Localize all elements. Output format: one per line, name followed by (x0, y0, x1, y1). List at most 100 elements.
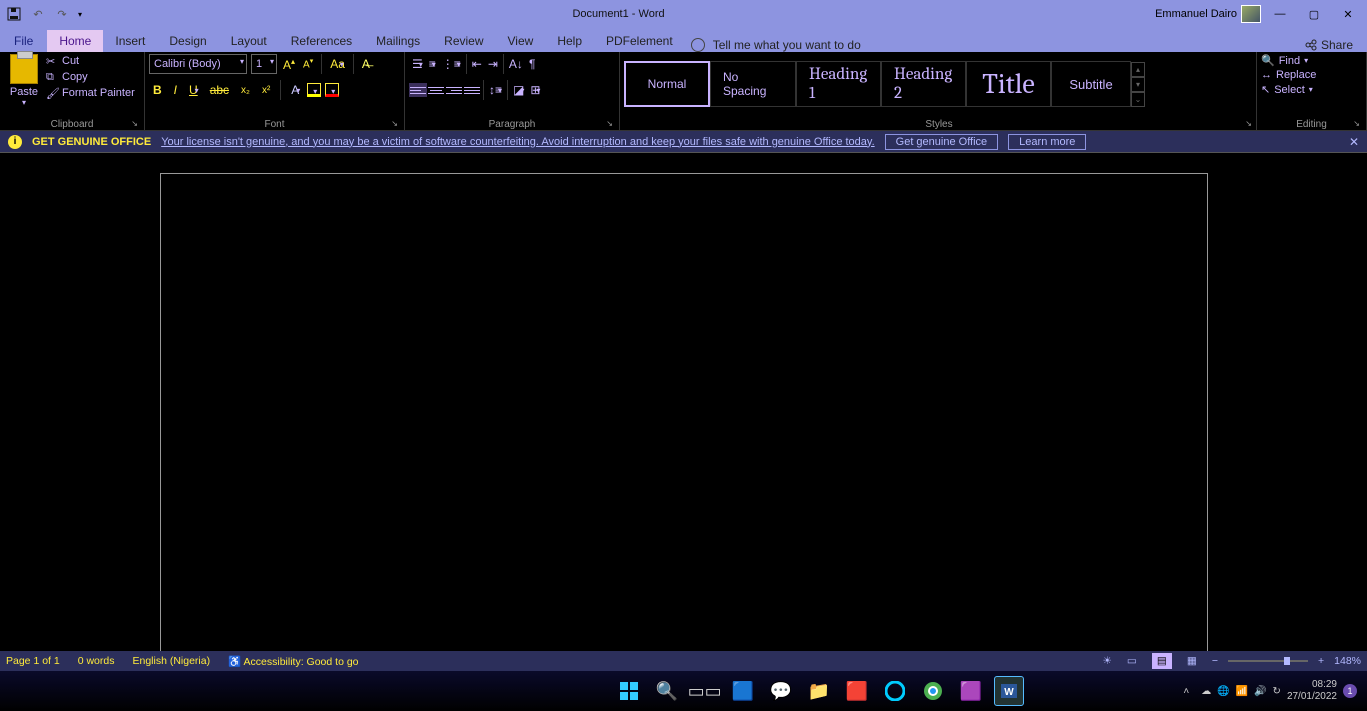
file-explorer-button[interactable]: 📁 (804, 676, 834, 706)
superscript-button[interactable]: x² (258, 85, 274, 96)
sort-button[interactable]: A↓ (506, 57, 526, 71)
tab-review[interactable]: Review (432, 30, 495, 52)
get-genuine-button[interactable]: Get genuine Office (885, 134, 999, 150)
align-right-button[interactable] (445, 83, 463, 97)
word-count[interactable]: 0 words (78, 655, 115, 667)
select-button[interactable]: ↖ Select ▾ (1261, 83, 1316, 96)
undo-icon[interactable]: ↶ (30, 6, 46, 22)
line-spacing-button[interactable]: ↕≡ (486, 83, 505, 97)
warning-text[interactable]: Your license isn't genuine, and you may … (161, 136, 874, 148)
notification-badge[interactable]: 1 (1343, 684, 1357, 698)
tab-pdfelement[interactable]: PDFelement (594, 30, 685, 52)
tab-references[interactable]: References (279, 30, 364, 52)
replace-button[interactable]: ↔ Replace (1261, 69, 1316, 81)
style-nospacing[interactable]: No Spacing (710, 61, 796, 107)
search-button[interactable]: 🔍 (652, 676, 682, 706)
store-button[interactable]: 🟥 (842, 676, 872, 706)
bold-button[interactable]: B (149, 83, 166, 97)
tab-home[interactable]: Home (47, 30, 103, 52)
shrink-font-button[interactable]: A▾ (301, 57, 315, 70)
zoom-out-button[interactable]: − (1212, 655, 1218, 667)
style-title[interactable]: Title (966, 61, 1051, 107)
font-size-input[interactable] (251, 54, 277, 74)
highlight-button[interactable] (307, 83, 321, 97)
find-button[interactable]: 🔍 Find ▾ (1261, 54, 1316, 67)
format-painter-button[interactable]: 🖌 Format Painter (44, 86, 137, 100)
zoom-slider[interactable] (1228, 660, 1308, 662)
styles-expand[interactable]: ⌄ (1131, 92, 1145, 107)
tab-view[interactable]: View (496, 30, 546, 52)
clear-formatting-button[interactable]: A̶ (360, 57, 372, 71)
tab-layout[interactable]: Layout (219, 30, 279, 52)
tell-me-search[interactable]: Tell me what you want to do (691, 38, 861, 52)
copy-button[interactable]: ⧉ Copy (44, 70, 137, 84)
task-view-button[interactable]: ▭▭ (690, 676, 720, 706)
maximize-button[interactable]: ▢ (1299, 4, 1329, 24)
grow-font-button[interactable]: A▴ (281, 57, 297, 72)
zoom-level[interactable]: 148% (1334, 655, 1361, 667)
share-button[interactable]: Share (1305, 38, 1367, 52)
learn-more-button[interactable]: Learn more (1008, 134, 1086, 150)
app-misc-button[interactable]: 🟪 (956, 676, 986, 706)
page-indicator[interactable]: Page 1 of 1 (6, 655, 60, 667)
change-case-button[interactable]: Aa (328, 57, 347, 71)
shading-button[interactable]: ◪ (510, 83, 527, 97)
battery-icon[interactable]: ↻ (1273, 686, 1281, 697)
volume-icon[interactable]: 🔊 (1254, 686, 1266, 697)
wifi-icon[interactable]: 📶 (1236, 686, 1248, 697)
show-marks-button[interactable]: ¶ (526, 57, 538, 71)
style-normal[interactable]: Normal (624, 61, 710, 107)
warning-close-button[interactable]: ✕ (1349, 135, 1359, 149)
document-page[interactable] (160, 173, 1208, 671)
tray-overflow-button[interactable]: ˄ (1177, 686, 1195, 697)
align-center-button[interactable] (427, 83, 445, 97)
text-effects-button[interactable]: A (287, 83, 303, 97)
style-subtitle[interactable]: Subtitle (1051, 61, 1131, 107)
borders-button[interactable]: ⊞ (527, 83, 543, 97)
language-indicator[interactable]: English (Nigeria) (132, 655, 210, 667)
close-button[interactable]: ✕ (1333, 4, 1363, 24)
user-avatar-icon[interactable] (1241, 5, 1261, 23)
tab-file[interactable]: File (0, 30, 47, 52)
style-heading1[interactable]: Heading 1 (796, 61, 881, 107)
edge-button[interactable] (880, 676, 910, 706)
accessibility-indicator[interactable]: ♿ Accessibility: Good to go (228, 655, 358, 668)
language-icon[interactable]: 🌐 (1217, 686, 1229, 697)
read-mode-button[interactable]: ▭ (1122, 653, 1142, 669)
minimize-button[interactable]: — (1265, 4, 1295, 24)
tab-design[interactable]: Design (157, 30, 218, 52)
display-settings-icon[interactable]: ☀ (1102, 655, 1111, 667)
styles-scroll-up[interactable]: ▴ (1131, 62, 1145, 77)
font-color-button[interactable] (325, 83, 339, 97)
tab-mailings[interactable]: Mailings (364, 30, 432, 52)
numbering-button[interactable]: ≡ (426, 57, 439, 71)
word-button[interactable]: W (994, 676, 1024, 706)
cut-button[interactable]: ✂ Cut (44, 54, 137, 68)
multilevel-button[interactable]: ⋮≡ (439, 57, 464, 71)
italic-button[interactable]: I (170, 83, 181, 97)
widgets-button[interactable]: 🟦 (728, 676, 758, 706)
tab-help[interactable]: Help (545, 30, 594, 52)
style-heading2[interactable]: Heading 2 (881, 61, 966, 107)
justify-button[interactable] (463, 83, 481, 97)
tab-insert[interactable]: Insert (103, 30, 157, 52)
styles-scroll-down[interactable]: ▾ (1131, 77, 1145, 92)
paste-button[interactable]: Paste ▾ (4, 54, 44, 107)
underline-button[interactable]: U (185, 83, 202, 97)
print-layout-button[interactable]: ▤ (1152, 653, 1172, 669)
clock[interactable]: 08:29 27/01/2022 (1287, 679, 1337, 703)
align-left-button[interactable] (409, 83, 427, 97)
decrease-indent-button[interactable]: ⇤ (469, 57, 485, 71)
subscript-button[interactable]: x₂ (237, 85, 254, 96)
strike-button[interactable]: abc (206, 83, 233, 97)
redo-icon[interactable]: ↷ (54, 6, 70, 22)
font-name-input[interactable] (149, 54, 247, 74)
onedrive-icon[interactable]: ☁ (1201, 686, 1211, 697)
start-button[interactable] (614, 676, 644, 706)
increase-indent-button[interactable]: ⇥ (485, 57, 501, 71)
user-name[interactable]: Emmanuel Dairo (1155, 8, 1237, 20)
save-icon[interactable] (6, 6, 22, 22)
bullets-button[interactable]: ☰ (409, 57, 426, 71)
zoom-in-button[interactable]: + (1318, 655, 1324, 667)
teams-button[interactable]: 💬 (766, 676, 796, 706)
